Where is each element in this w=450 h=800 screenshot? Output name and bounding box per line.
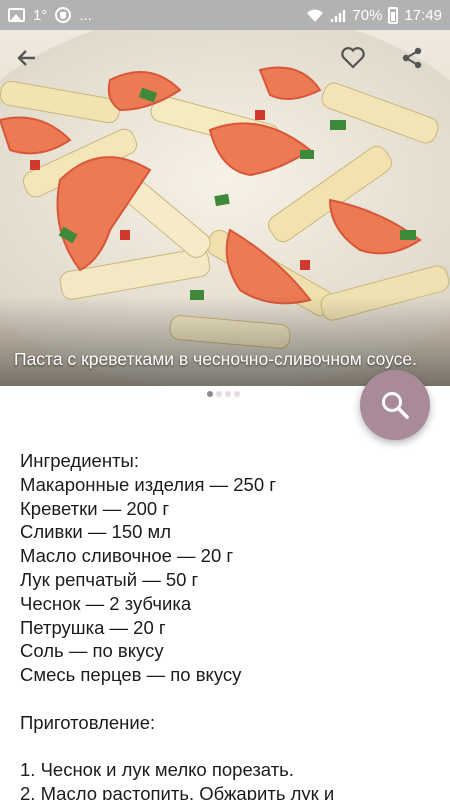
ingredient-item: Сливки — 150 мл xyxy=(20,521,172,543)
search-icon xyxy=(382,392,409,419)
ingredient-item: Креветки — 200 г xyxy=(20,497,170,519)
signal-icon xyxy=(331,9,346,22)
share-icon xyxy=(402,47,422,69)
clock: 17:49 xyxy=(404,6,442,24)
status-bar: 1° ... 70% 17:49 xyxy=(0,0,450,30)
shield-icon xyxy=(55,7,72,23)
ingredients-heading: Ингредиенты: xyxy=(20,450,139,471)
back-button[interactable] xyxy=(15,46,55,86)
recipe-photo: Паста с креветками в чесночно-сливочном … xyxy=(0,30,450,386)
ingredient-item: Макаронные изделия — 250 г xyxy=(20,473,276,495)
heart-icon xyxy=(341,47,365,69)
more-indicator: ... xyxy=(79,6,92,24)
image-pager xyxy=(207,391,240,397)
ingredient-item: Масло сливочное — 20 г xyxy=(20,545,234,567)
wifi-icon xyxy=(307,9,324,22)
share-button[interactable] xyxy=(400,46,440,86)
back-arrow-icon xyxy=(17,50,35,66)
pager-dot-active[interactable] xyxy=(207,391,213,397)
ingredient-item: Лук репчатый — 50 г xyxy=(20,568,199,590)
pager-dot[interactable] xyxy=(234,391,240,397)
pager-dot[interactable] xyxy=(216,391,222,397)
ingredient-item: Петрушка — 20 г xyxy=(20,616,166,638)
temperature: 1° xyxy=(33,6,48,24)
pager-dot[interactable] xyxy=(225,391,231,397)
favorite-button[interactable] xyxy=(340,46,380,86)
ingredient-item: Смесь перцев — по вкусу xyxy=(20,664,242,686)
steps-heading: Приготовление: xyxy=(20,711,156,733)
ingredient-item: Соль — по вкусу xyxy=(20,640,164,662)
ingredient-item: Чеснок — 2 зубчика xyxy=(20,592,192,614)
search-button[interactable] xyxy=(360,370,430,440)
photo-caption: Паста с креветками в чесночно-сливочном … xyxy=(14,349,418,369)
image-icon xyxy=(8,8,25,22)
step-item: 2. Масло растопить. Обжарить лук и xyxy=(20,783,335,800)
step-item: 1. Чеснок и лук мелко порезать. xyxy=(20,759,294,781)
recipe-text: Ингредиенты: Макаронные изделия — 250 г … xyxy=(20,449,440,800)
battery-icon xyxy=(388,6,399,24)
battery-percent: 70% xyxy=(352,6,383,24)
